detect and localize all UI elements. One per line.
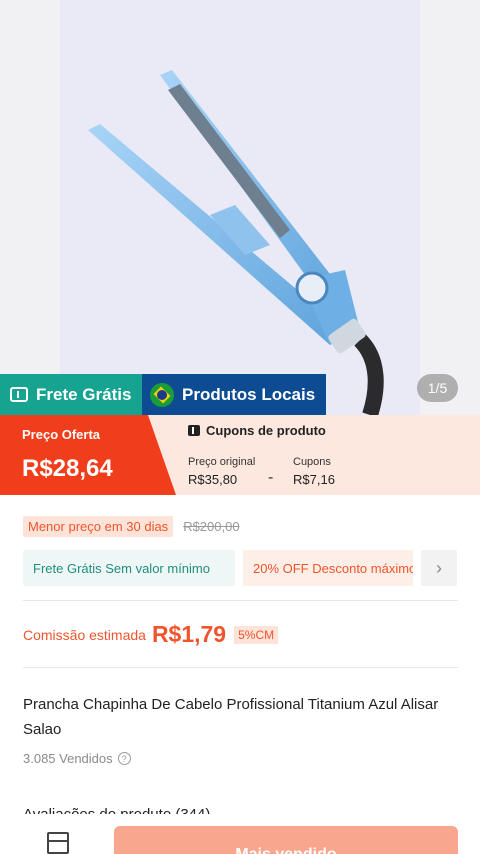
original-price-label: Preço original <box>188 456 256 468</box>
free-shipping-chip[interactable]: Frete Grátis Sem valor mínimo <box>23 550 235 586</box>
original-price-value: R$35,80 <box>188 472 238 487</box>
product-image[interactable] <box>60 0 420 415</box>
commission-label: Comissão estimada <box>23 626 146 643</box>
commission-row: Comissão estimada R$1,79 5%CM <box>23 621 279 648</box>
old-price: R$200,00 <box>183 519 240 534</box>
offer-price-value: R$28,64 <box>22 455 113 482</box>
commission-percent: 5%CM <box>234 625 279 644</box>
promo-chips: Frete Grátis Sem valor mínimo 20% OFF De… <box>23 550 458 586</box>
coupons-heading: Cupons de produto <box>188 423 326 438</box>
lowest-price-row: Menor preço em 30 dias R$200,00 <box>23 516 240 537</box>
primary-action-button[interactable]: Mais vendido <box>114 826 458 854</box>
local-products-badge: Produtos Locais <box>142 374 326 415</box>
sold-count-row: 3.085 Vendidos ? <box>23 751 131 766</box>
divider <box>23 600 458 601</box>
divider <box>23 667 458 668</box>
flat-iron-illustration <box>88 70 384 415</box>
coupons-title: Cupons de produto <box>206 423 326 438</box>
discount-chip[interactable]: 20% OFF Desconto máximo <box>243 550 413 586</box>
product-image-area[interactable]: Frete Grátis Produtos Locais 1/5 <box>0 0 480 415</box>
coupon-panel[interactable]: Cupons de produto Preço original R$35,80… <box>176 415 480 495</box>
store-icon[interactable] <box>47 832 69 854</box>
coupons-label: Cupons <box>293 456 331 468</box>
offer-price-panel: Preço Oferta R$28,64 <box>0 415 176 495</box>
free-shipping-label: Frete Grátis <box>36 384 132 404</box>
coupon-icon <box>188 425 200 436</box>
local-products-label: Produtos Locais <box>182 384 316 404</box>
brazil-flag-icon <box>150 382 174 407</box>
coupons-value: R$7,16 <box>293 472 335 487</box>
offer-price-label: Preço Oferta <box>22 427 101 442</box>
lowest-price-tag: Menor preço em 30 dias <box>23 516 174 537</box>
badge-row: Frete Grátis Produtos Locais <box>0 374 326 415</box>
help-icon[interactable]: ? <box>117 752 131 765</box>
product-title: Prancha Chapinha De Cabelo Profissional … <box>23 696 439 738</box>
bottom-action-bar: Mais vendido <box>0 814 480 854</box>
sold-count: 3.085 Vendidos <box>23 751 113 766</box>
chevron-right-icon[interactable]: › <box>421 550 457 586</box>
minus-sign: - <box>268 469 274 486</box>
image-pager: 1/5 <box>417 374 458 402</box>
ticket-icon <box>10 387 28 402</box>
price-block: Preço Oferta R$28,64 Cupons de produto P… <box>0 415 480 495</box>
commission-value: R$1,79 <box>151 621 227 647</box>
free-shipping-badge: Frete Grátis <box>0 374 142 415</box>
